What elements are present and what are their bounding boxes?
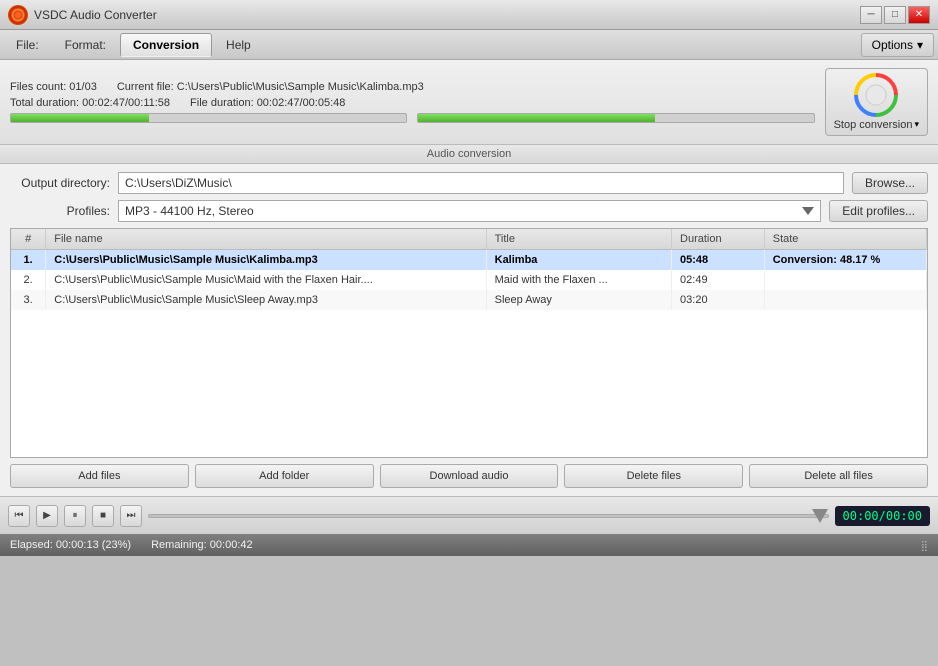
close-button[interactable]: ✕	[908, 6, 930, 24]
forward-button[interactable]: ⏭	[120, 505, 142, 527]
cell-title: Kalimba	[486, 250, 671, 271]
edit-profiles-button[interactable]: Edit profiles...	[829, 200, 928, 222]
menu-help[interactable]: Help	[214, 34, 263, 56]
cell-filename: C:\Users\Public\Music\Sample Music\Maid …	[46, 270, 486, 290]
col-header-num: #	[11, 229, 46, 250]
output-dir-label: Output directory:	[10, 176, 110, 190]
maximize-button[interactable]: □	[884, 6, 906, 24]
delete-all-button[interactable]: Delete all files	[749, 464, 928, 488]
audio-conversion-banner: Audio conversion	[0, 145, 938, 164]
cell-filename: C:\Users\Public\Music\Sample Music\Sleep…	[46, 290, 486, 310]
profiles-row: Profiles: MP3 - 44100 Hz, Stereo Edit pr…	[10, 200, 928, 222]
download-audio-button[interactable]: Download audio	[380, 464, 559, 488]
window-title: VSDC Audio Converter	[34, 8, 157, 22]
stop-conversion-button[interactable]: Stop conversion ▾	[825, 68, 928, 136]
file-table: # File name Title Duration State 1. C:\U…	[11, 229, 927, 310]
output-dir-row: Output directory: Browse...	[10, 172, 928, 194]
stop-label: Stop conversion	[834, 119, 913, 131]
total-progress-fill	[11, 114, 149, 122]
current-file-label: Current file: C:\Users\Public\Music\Samp…	[117, 81, 424, 93]
status-row-top: Files count: 01/03 Current file: C:\User…	[10, 81, 815, 93]
file-progress-fill	[418, 114, 655, 122]
cell-state	[764, 270, 926, 290]
cell-duration: 02:49	[672, 270, 765, 290]
resize-icon: ⣿	[921, 541, 928, 552]
main-content: Output directory: Browse... Profiles: MP…	[0, 164, 938, 496]
title-bar: VSDC Audio Converter ─ □ ✕	[0, 0, 938, 30]
minimize-button[interactable]: ─	[860, 6, 882, 24]
status-area: Files count: 01/03 Current file: C:\User…	[0, 60, 938, 145]
progress-section: Files count: 01/03 Current file: C:\User…	[10, 81, 815, 123]
col-header-duration: Duration	[672, 229, 765, 250]
browse-button[interactable]: Browse...	[852, 172, 928, 194]
add-files-button[interactable]: Add files	[10, 464, 189, 488]
profiles-select[interactable]: MP3 - 44100 Hz, Stereo	[118, 200, 821, 222]
remaining-label: Remaining: 00:00:42	[151, 539, 253, 551]
title-bar-left: VSDC Audio Converter	[8, 5, 157, 25]
menu-bar: File: Format: Conversion Help Options ▾	[0, 30, 938, 60]
table-row[interactable]: 2. C:\Users\Public\Music\Sample Music\Ma…	[11, 270, 927, 290]
file-table-container: # File name Title Duration State 1. C:\U…	[10, 228, 928, 458]
status-bar: Elapsed: 00:00:13 (23%) Remaining: 00:00…	[0, 534, 938, 556]
player-bar: ⏮ ▶ ⏸ ■ ⏭ 00:00/00:00	[0, 496, 938, 534]
cell-title: Maid with the Flaxen ...	[486, 270, 671, 290]
cell-duration: 05:48	[672, 250, 765, 271]
cell-filename: C:\Users\Public\Music\Sample Music\Kalim…	[46, 250, 486, 271]
menu-conversion[interactable]: Conversion	[120, 33, 212, 57]
player-slider-thumb[interactable]	[812, 509, 828, 523]
cell-state: Conversion: 48.17 %	[764, 250, 926, 271]
play-button[interactable]: ▶	[36, 505, 58, 527]
status-row-bottom: Total duration: 00:02:47/00:11:58 File d…	[10, 97, 815, 109]
app-icon	[8, 5, 28, 25]
files-count-label: Files count: 01/03	[10, 81, 97, 93]
menu-file[interactable]: File:	[4, 34, 51, 56]
menu-right: Options ▾	[861, 33, 934, 57]
col-header-filename: File name	[46, 229, 486, 250]
elapsed-label: Elapsed: 00:00:13 (23%)	[10, 539, 131, 551]
title-bar-buttons: ─ □ ✕	[860, 6, 930, 24]
total-progress-bar	[10, 113, 407, 123]
profiles-label: Profiles:	[10, 204, 110, 218]
cell-state	[764, 290, 926, 310]
cell-num: 1.	[11, 250, 46, 271]
add-folder-button[interactable]: Add folder	[195, 464, 374, 488]
cell-num: 2.	[11, 270, 46, 290]
audio-conversion-label: Audio conversion	[427, 148, 511, 160]
output-dir-input[interactable]	[118, 172, 844, 194]
player-slider-track[interactable]	[148, 514, 829, 518]
stop-dropdown-icon: ▾	[914, 119, 919, 130]
time-display: 00:00/00:00	[835, 506, 930, 526]
col-header-state: State	[764, 229, 926, 250]
cell-duration: 03:20	[672, 290, 765, 310]
player-slider-container[interactable]	[148, 508, 829, 524]
file-progress-bar	[417, 113, 814, 123]
cell-num: 3.	[11, 290, 46, 310]
col-header-title: Title	[486, 229, 671, 250]
cell-title: Sleep Away	[486, 290, 671, 310]
rewind-button[interactable]: ⏮	[8, 505, 30, 527]
total-duration-label: Total duration: 00:02:47/00:11:58	[10, 97, 170, 109]
menu-format[interactable]: Format:	[53, 34, 118, 56]
stop-player-button[interactable]: ■	[92, 505, 114, 527]
delete-files-button[interactable]: Delete files	[564, 464, 743, 488]
pause-button[interactable]: ⏸	[64, 505, 86, 527]
table-row[interactable]: 3. C:\Users\Public\Music\Sample Music\Sl…	[11, 290, 927, 310]
file-duration-label: File duration: 00:02:47/00:05:48	[190, 97, 345, 109]
table-row[interactable]: 1. C:\Users\Public\Music\Sample Music\Ka…	[11, 250, 927, 271]
options-button[interactable]: Options ▾	[861, 33, 934, 57]
bottom-buttons: Add files Add folder Download audio Dele…	[10, 464, 928, 488]
resize-handle-area: ⣿	[921, 538, 928, 552]
progress-row	[10, 113, 815, 123]
table-header-row: # File name Title Duration State	[11, 229, 927, 250]
file-table-body: 1. C:\Users\Public\Music\Sample Music\Ka…	[11, 250, 927, 311]
